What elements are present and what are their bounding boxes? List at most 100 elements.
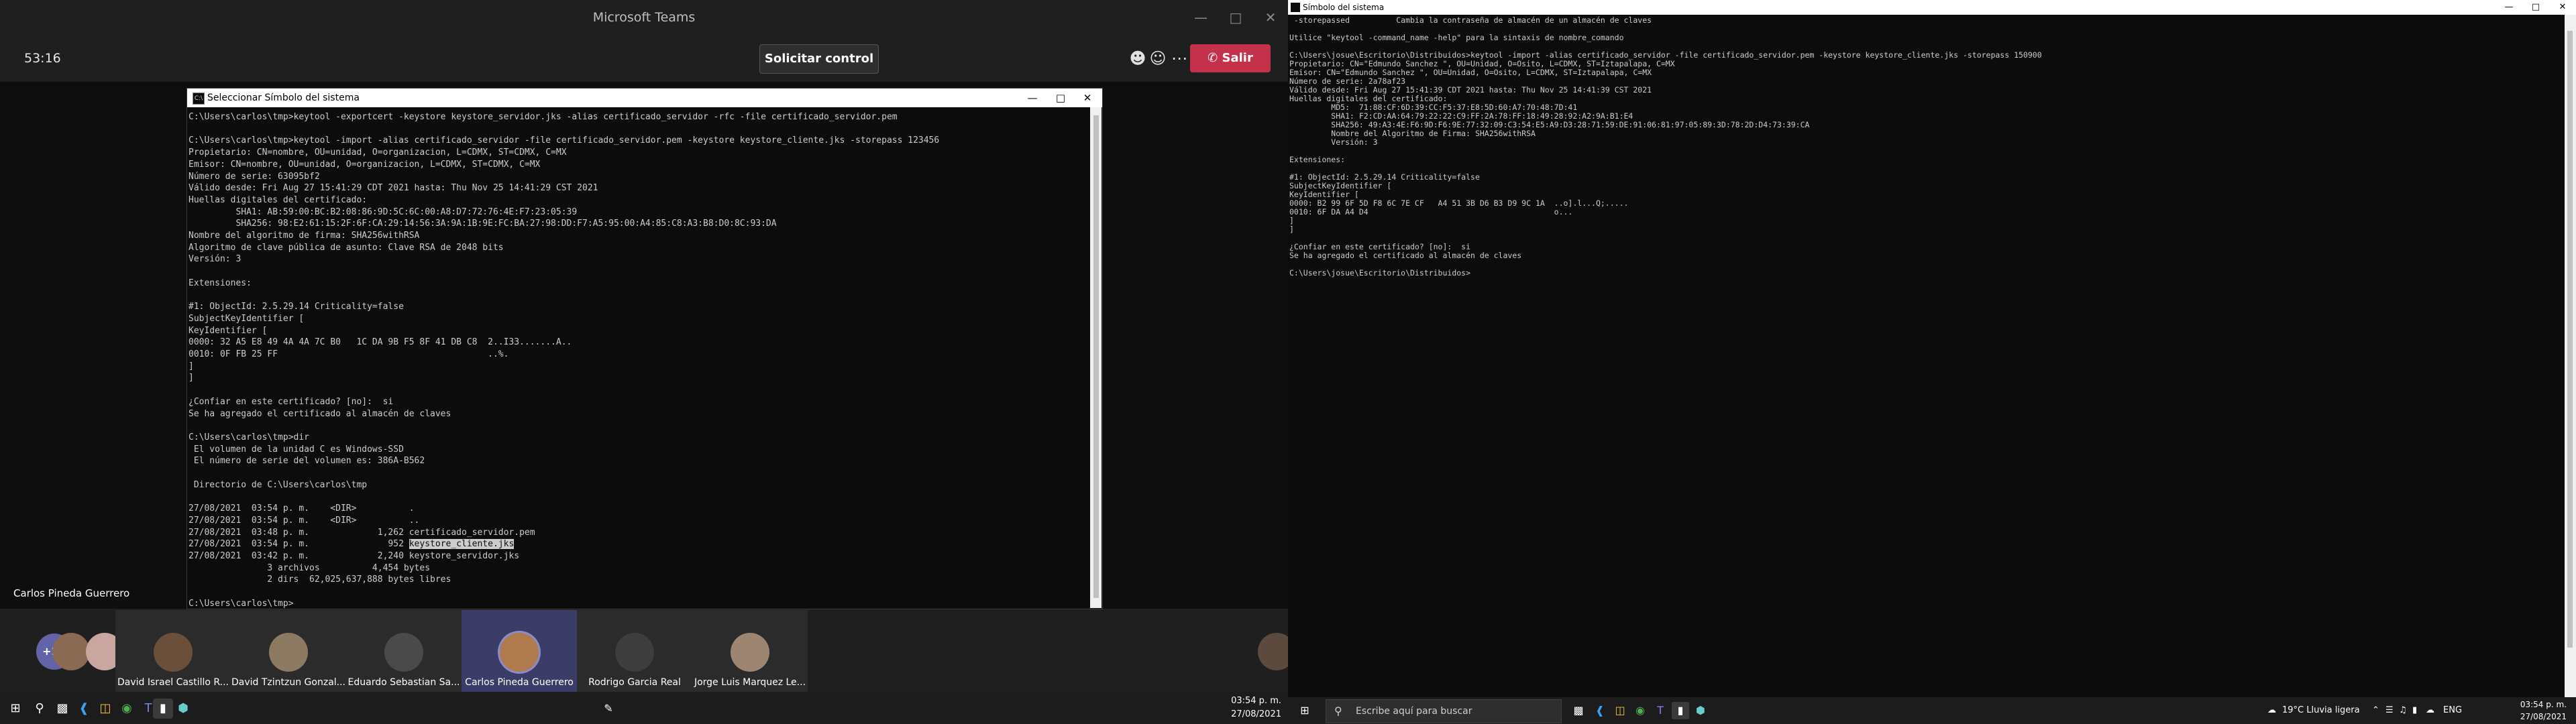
avatar <box>615 633 654 672</box>
cmd-scrollbar-thumb[interactable] <box>1093 115 1099 598</box>
participant-name: Jorge Luis Marquez Le... <box>694 677 806 688</box>
taskbar-search-box[interactable]: ⚲ Escribe aquí para buscar <box>1326 699 1562 723</box>
search-icon[interactable]: ⚲ <box>30 699 50 719</box>
search-placeholder: Escribe aquí para buscar <box>1356 706 1472 717</box>
taskbar-date: 27/08/2021 <box>2520 712 2567 721</box>
teams-titlebar: Microsoft Teams — □ ✕ <box>0 0 1288 35</box>
windows-start-icon[interactable]: ⊞ <box>1296 702 1313 719</box>
console-line: Propietario: CN=nombre, OU=unidad, O=org… <box>189 147 567 158</box>
more-options-icon[interactable]: ⋯ <box>1167 44 1191 72</box>
console-line: Versión: 3 <box>1289 137 1378 147</box>
close-icon[interactable]: ✕ <box>1253 0 1288 35</box>
console-line: Se ha agregado el certificado al almacén… <box>189 408 451 419</box>
console-line: #1: ObjectId: 2.5.29.14 Criticality=fals… <box>189 302 404 312</box>
presenter-name: Carlos Pineda Guerrero <box>13 587 130 599</box>
chrome-icon[interactable]: ◉ <box>117 699 137 719</box>
console-line: SHA256: 98:E2:61:15:2F:6F:CA:29:14:56:3A… <box>189 219 777 229</box>
participant-tile[interactable]: David Israel Castillo R... <box>115 610 231 692</box>
participant-tile[interactable]: Eduardo Sebastian Sa... <box>346 610 462 692</box>
taskbar-clock[interactable]: 03:54 p. m. 27/08/2021 <box>1228 695 1281 721</box>
console-line: -storepassed Cambia la contraseña de alm… <box>1289 15 1652 25</box>
taskbar-date: 27/08/2021 <box>1231 709 1281 719</box>
taskbar-time: 03:54 p. m. <box>1231 696 1281 706</box>
console-line: Extensiones: <box>1289 155 1346 164</box>
vscode-icon[interactable]: ❰ <box>74 699 94 719</box>
cmd2-scrollbar-thumb[interactable] <box>2567 31 2573 648</box>
windows-start-icon[interactable]: ⊞ <box>5 699 25 719</box>
file-explorer-icon[interactable]: ◫ <box>95 699 115 719</box>
console-line: C:\Users\carlos\tmp>keytool -import -ali… <box>189 135 940 146</box>
console-line: ] <box>189 361 194 371</box>
console-line: Nombre del Algoritmo de Firma: SHA256wit… <box>1289 129 1536 138</box>
cmd2-minimize-icon[interactable]: — <box>2496 0 2522 15</box>
weather-icon[interactable]: ☁ <box>2267 697 2276 724</box>
console-line: 3 archivos 4,454 bytes <box>189 562 431 573</box>
avatar <box>500 633 539 672</box>
request-control-button[interactable]: Solicitar control <box>759 44 879 74</box>
selected-text[interactable]: keystore_cliente.jks <box>409 539 515 550</box>
console-line: C:\Users\josue\Escritorio\Distribuidos> <box>1289 268 1471 278</box>
cmd-titlebar: C:\ Seleccionar Símbolo del sistema — □ … <box>187 88 1102 107</box>
cmd-maximize-icon[interactable]: □ <box>1047 88 1074 107</box>
participant-tile[interactable]: David Tzintzun Gonzal... <box>231 610 346 692</box>
weather-text[interactable]: 19°C Lluvia ligera <box>2282 697 2360 724</box>
console-line: 0000: 32 A5 E8 49 4A 4A 7C B0 1C DA 9B F… <box>189 337 572 348</box>
taskbar-monitor-2: ⊞ ⚲ Escribe aquí para buscar ▩ ❰ ◫ ◉ T ▮… <box>1288 697 2576 724</box>
vscode-icon[interactable]: ❰ <box>1591 702 1609 719</box>
console-line: SubjectKeyIdentifier [ <box>189 313 305 324</box>
participant-tile[interactable]: Rodrigo Garcia Real <box>577 610 692 692</box>
cmd-window-2: Símbolo del sistema — □ ✕ -storepassed C… <box>1288 0 2576 697</box>
language-indicator[interactable]: ENG <box>2443 697 2462 724</box>
console-line: 2 dirs 62,025,637,888 bytes libres <box>189 575 451 585</box>
cmd-taskbar-icon[interactable]: ▮ <box>1672 702 1689 719</box>
console-line: Válido desde: Fri Aug 27 15:41:29 CDT 20… <box>189 183 598 194</box>
chrome-icon[interactable]: ◉ <box>1631 702 1649 719</box>
taskbar-clock[interactable]: 03:54 p. m. 27/08/2021 <box>2500 699 2567 723</box>
console-line: SubjectKeyIdentifier [ <box>1289 181 1392 190</box>
participant-name: Carlos Pineda Guerrero <box>465 677 574 688</box>
volume-icon[interactable]: ♫ <box>2399 697 2407 724</box>
app-icon[interactable]: ⬢ <box>1692 702 1709 719</box>
cmd-output[interactable]: C:\Users\carlos\tmp>keytool -exportcert … <box>187 111 1087 610</box>
avatar <box>384 633 423 672</box>
search-icon: ⚲ <box>1334 705 1342 717</box>
teams-icon[interactable]: T <box>1652 702 1669 719</box>
console-line: Utilice "keytool -command_name -help" pa… <box>1289 33 1624 42</box>
avatar <box>731 633 769 672</box>
console-line: El volumen de la unidad C es Windows-SSD <box>189 444 404 455</box>
minimize-icon[interactable]: — <box>1183 0 1218 35</box>
network-icon[interactable]: ☰ <box>2385 697 2394 724</box>
cmd2-close-icon[interactable]: ✕ <box>2549 0 2576 15</box>
cmd2-maximize-icon[interactable]: □ <box>2522 0 2549 15</box>
task-view-icon[interactable]: ▩ <box>1570 702 1587 719</box>
leave-button[interactable]: ✆ Salir <box>1190 44 1271 72</box>
cmd-minimize-icon[interactable]: — <box>1019 88 1046 107</box>
console-line: 27/08/2021 03:42 p. m. 2,240 keystore_se… <box>189 551 520 562</box>
pen-icon[interactable]: ✎ <box>598 699 619 719</box>
show-hidden-icons-icon[interactable]: ⌃ <box>2372 697 2379 724</box>
onedrive-icon[interactable]: ☁ <box>2426 697 2434 724</box>
file-explorer-icon[interactable]: ◫ <box>1611 702 1629 719</box>
battery-icon[interactable]: ▮ <box>2412 697 2417 724</box>
maximize-icon[interactable]: □ <box>1218 0 1253 35</box>
console-line: Algoritmo de clave pública de asunto: Cl… <box>189 242 504 253</box>
cmd-close-icon[interactable]: ✕ <box>1074 88 1101 107</box>
app-icon[interactable]: ⬢ <box>173 699 193 719</box>
participant-tile[interactable]: Jorge Luis Marquez Le... <box>692 610 808 692</box>
cmd-taskbar-icon[interactable]: ▮ <box>153 699 173 719</box>
console-line: 27/08/2021 03:54 p. m. 952 keystore_clie… <box>189 539 515 550</box>
task-view-icon[interactable]: ▩ <box>52 699 72 719</box>
avatar[interactable] <box>52 633 90 670</box>
console-line: ] <box>189 373 194 383</box>
console-line: Directorio de C:\Users\carlos\tmp <box>189 479 368 490</box>
participant-tile[interactable]: Carlos Pineda Guerrero <box>462 610 577 692</box>
taskbar-time: 03:54 p. m. <box>2520 700 2567 709</box>
console-line: Nombre del algoritmo de firma: SHA256wit… <box>189 231 420 241</box>
cmd2-output[interactable]: -storepassed Cambia la contraseña de alm… <box>1288 16 2564 278</box>
console-line: ] <box>1289 225 1294 234</box>
call-timer: 53:16 <box>24 51 61 66</box>
